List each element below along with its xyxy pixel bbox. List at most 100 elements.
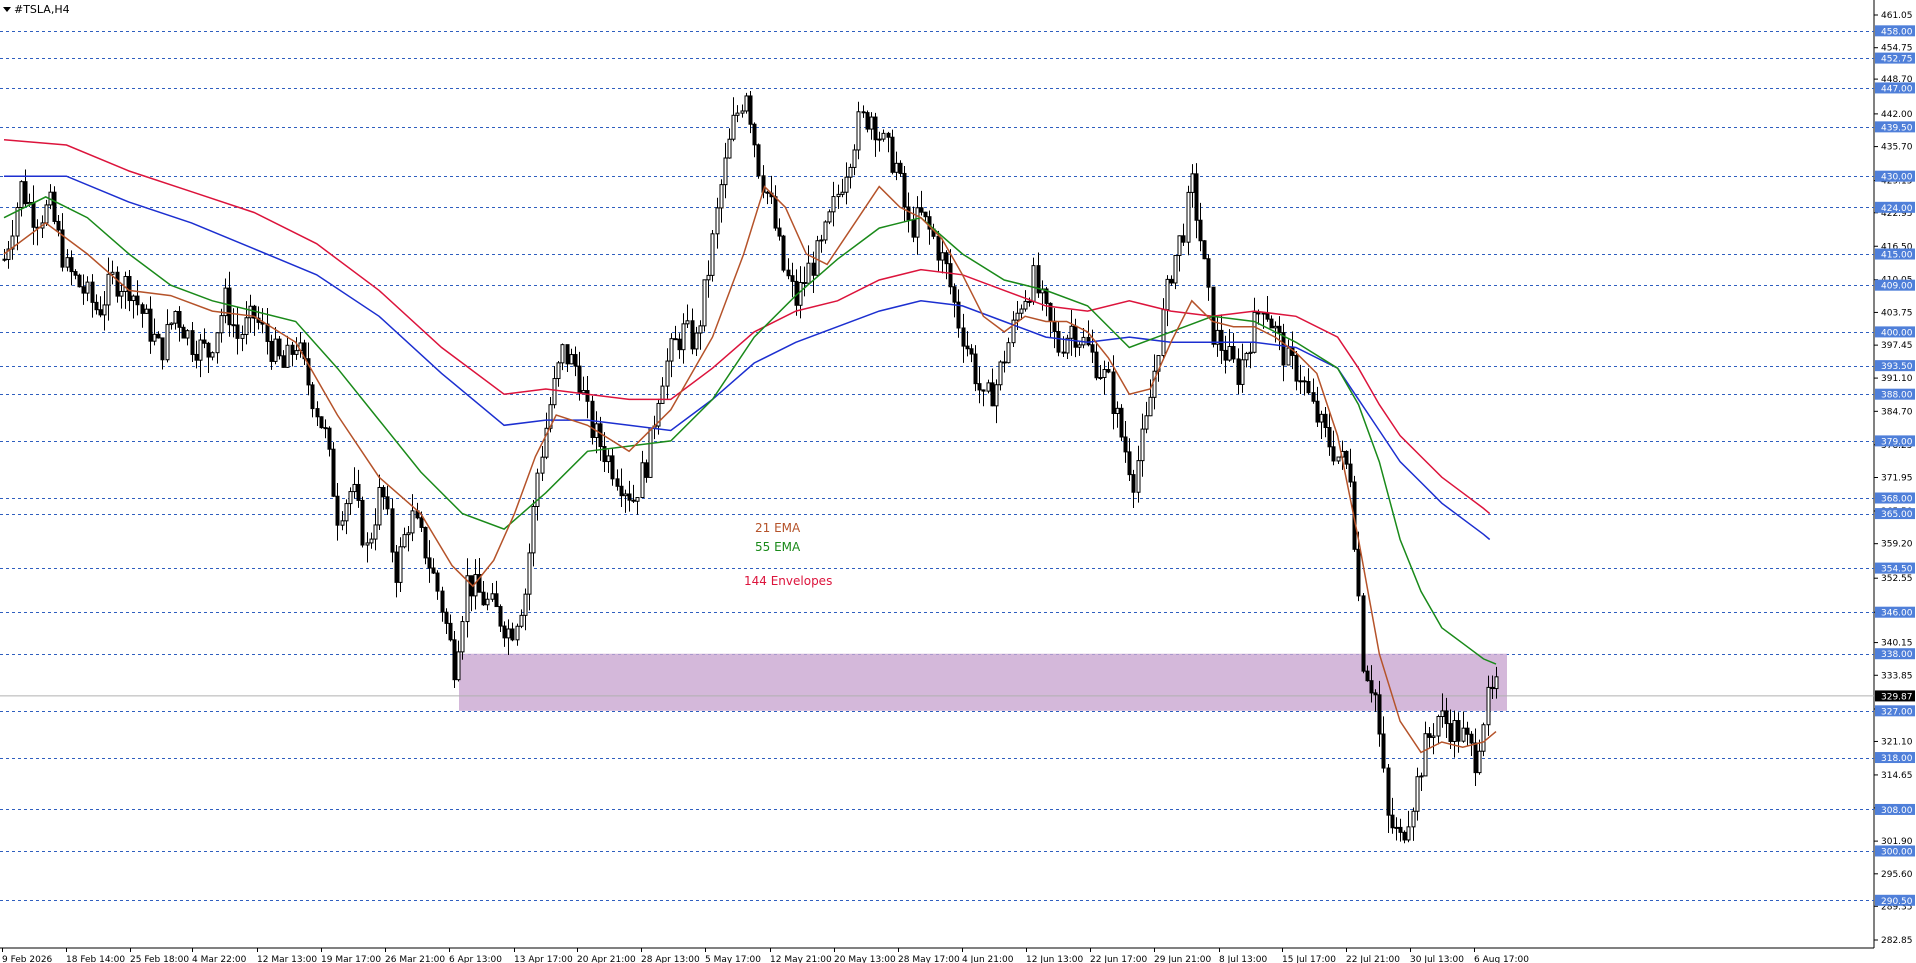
symbol-label: #TSLA,H4 [14, 3, 70, 16]
symbol-title[interactable]: #TSLA,H4 [3, 3, 70, 16]
time-tick-label: 29 Jun 21:00 [1154, 955, 1211, 963]
candle-body [460, 621, 465, 653]
candle-body [527, 552, 532, 595]
candle-body [1344, 450, 1349, 465]
price-tick-label: 340.15 [1881, 639, 1913, 649]
candle-body [19, 181, 24, 209]
candle-body [277, 338, 282, 357]
time-tick-label: 15 Jul 17:00 [1282, 955, 1336, 963]
candle-body [1373, 692, 1378, 696]
candle-body [269, 340, 274, 362]
candle-body [344, 503, 349, 522]
candle-body [1281, 332, 1286, 366]
candle-body [485, 598, 490, 606]
candle-body [94, 301, 99, 311]
price-tick-label: 321.10 [1881, 737, 1913, 747]
candle-body [202, 339, 207, 344]
candle-body [706, 274, 711, 281]
candle-body [240, 334, 245, 339]
candle-body [502, 625, 507, 639]
candle-body [1131, 474, 1136, 493]
candle-body [606, 455, 611, 463]
candle-body [1056, 330, 1061, 353]
time-tick-label: 30 Jul 13:00 [1410, 955, 1464, 963]
price-tick-label: 435.70 [1881, 143, 1913, 153]
candle-body [1236, 358, 1241, 385]
candle-body [723, 157, 728, 186]
candle-body [1069, 325, 1074, 339]
chart-plot[interactable]: 21 EMA55 EMA144 Envelopes461.05454.75448… [0, 0, 1916, 963]
candle-body [1377, 694, 1382, 735]
candle-body [773, 196, 778, 229]
candle-body [1315, 400, 1320, 423]
price-tick-label: 384.70 [1881, 407, 1913, 417]
envelope-upper-line [3, 139, 1491, 515]
level-label: 393.50 [1881, 362, 1913, 372]
candle-body [894, 162, 899, 173]
support-resistance-zone[interactable] [459, 653, 1507, 711]
candle-body [919, 207, 924, 213]
candle-body [165, 324, 170, 361]
candle-body [1261, 312, 1266, 315]
candle-body [102, 304, 107, 316]
candle-body [873, 116, 878, 141]
price-tick-label: 391.10 [1881, 374, 1913, 384]
candle-body [69, 257, 74, 273]
candle-body [806, 262, 811, 284]
level-label: 447.00 [1881, 84, 1913, 94]
candle-body [660, 385, 665, 404]
candle-body [52, 191, 57, 222]
candle-body [352, 483, 357, 493]
price-tick-label: 295.60 [1881, 870, 1913, 880]
candle-body [281, 355, 286, 368]
level-label: 290.50 [1881, 897, 1913, 907]
candle-body [923, 211, 928, 218]
candle-body [231, 324, 236, 327]
dropdown-triangle-icon[interactable] [3, 7, 11, 12]
candle-body [1198, 219, 1203, 242]
candle-body [265, 323, 270, 342]
candle-body [836, 193, 841, 198]
candle-body [781, 235, 786, 271]
candle-body [498, 606, 503, 627]
candle-body [490, 593, 495, 600]
candle-body [1444, 710, 1449, 725]
candle-body [510, 628, 515, 641]
candle-body [1123, 436, 1128, 453]
candle-body [598, 423, 603, 448]
candle-body [681, 323, 686, 351]
candle-body [1031, 265, 1036, 303]
candle-body [519, 614, 524, 627]
level-label: 338.00 [1881, 650, 1913, 660]
chart-window[interactable]: 21 EMA 55 EMA 144 Envelopes 461.05 454.75 448… [0, 0, 1916, 963]
candle-body [827, 211, 832, 223]
candle-body [148, 308, 153, 342]
candle-body [1415, 776, 1420, 812]
candle-body [635, 497, 640, 502]
candle-body [190, 330, 195, 355]
price-tick-label: 282.85 [1881, 936, 1913, 946]
candle-body [1027, 300, 1032, 303]
candle-body [665, 360, 670, 387]
candle-body [573, 354, 578, 367]
candle-body [135, 295, 140, 306]
level-label: 439.50 [1881, 123, 1913, 133]
candle-body [65, 257, 70, 268]
candle-body [702, 279, 707, 327]
candle-body [156, 333, 161, 339]
candle-body [27, 201, 32, 205]
price-tick-label: 442.00 [1881, 110, 1913, 120]
candle-body [444, 611, 449, 624]
price-tick-label: 352.55 [1881, 574, 1913, 584]
candle-body [581, 390, 586, 394]
candle-body [140, 304, 145, 314]
candle-body [310, 384, 315, 410]
candle-body [423, 526, 428, 559]
candle-body [1448, 723, 1453, 742]
candle-body [1023, 300, 1028, 310]
candle-body [406, 532, 411, 536]
candle-body [427, 557, 432, 569]
candle-body [1306, 380, 1311, 394]
candle-body [590, 400, 595, 438]
candle-body [869, 116, 874, 130]
